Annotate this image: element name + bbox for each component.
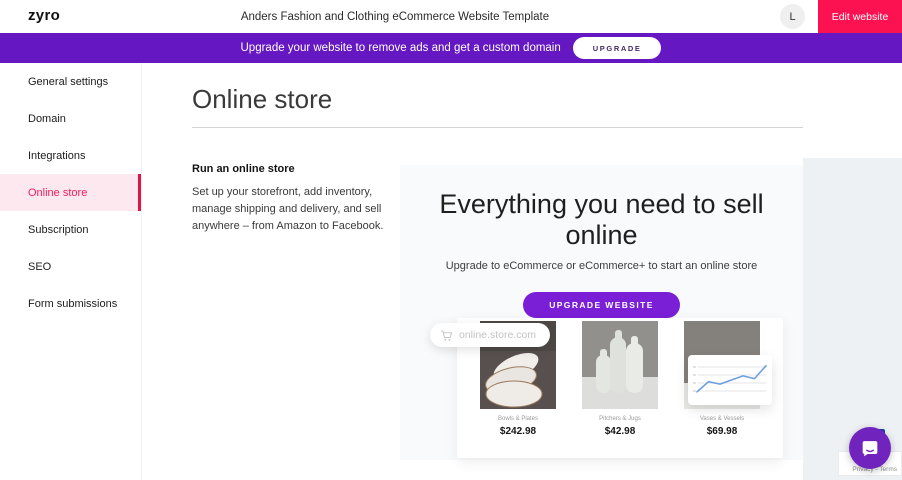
sidebar-item-online-store[interactable]: Online store	[0, 174, 141, 211]
app-header: zyro Anders Fashion and Clothing eCommer…	[0, 0, 902, 33]
settings-sidebar: General settings Domain Integrations Onl…	[0, 63, 142, 480]
promo-title: Everything you need to sell online	[400, 189, 803, 251]
product-price: $69.98	[707, 426, 738, 437]
product-name: Vases & Vessels	[700, 416, 744, 422]
chat-bubble-icon	[859, 437, 881, 459]
sidebar-item-general-settings[interactable]: General settings	[0, 63, 141, 100]
sidebar-item-subscription[interactable]: Subscription	[0, 211, 141, 248]
product-name: Bowls & Plates	[498, 416, 538, 422]
product-price: $242.98	[500, 426, 536, 437]
main-content: Online store Run an online store Set up …	[142, 63, 902, 480]
site-title: Anders Fashion and Clothing eCommerce We…	[0, 11, 790, 23]
edit-website-button[interactable]: Edit website	[818, 0, 902, 33]
cart-icon	[440, 329, 453, 342]
store-domain-text: online.store.com	[459, 329, 536, 341]
product-item: Pitchers & Jugs $42.98	[576, 321, 664, 458]
section-description: Set up your storefront, add inventory, m…	[192, 184, 404, 235]
background-strip	[803, 158, 902, 480]
section-heading: Run an online store	[192, 163, 404, 175]
upgrade-website-button[interactable]: UPGRADE WEBSITE	[523, 292, 680, 318]
sidebar-item-domain[interactable]: Domain	[0, 100, 141, 137]
sidebar-item-form-submissions[interactable]: Form submissions	[0, 285, 141, 322]
upgrade-button[interactable]: UPGRADE	[573, 37, 662, 59]
upgrade-banner: Upgrade your website to remove ads and g…	[0, 33, 902, 63]
chat-button[interactable]	[849, 427, 891, 469]
avatar[interactable]: L	[780, 4, 805, 29]
product-price: $42.98	[605, 426, 636, 437]
sidebar-item-integrations[interactable]: Integrations	[0, 137, 141, 174]
trend-chart	[688, 355, 772, 405]
promo-subtitle: Upgrade to eCommerce or eCommerce+ to st…	[400, 260, 803, 272]
page-title: Online store	[192, 84, 332, 115]
trend-line	[697, 366, 766, 392]
product-photo-pitchers	[582, 321, 658, 409]
store-domain-pill: online.store.com	[430, 323, 550, 347]
promo-panel: Everything you need to sell online Upgra…	[400, 165, 803, 460]
section-intro: Run an online store Set up your storefro…	[192, 163, 404, 235]
divider	[192, 127, 803, 128]
upgrade-banner-text: Upgrade your website to remove ads and g…	[241, 42, 561, 54]
sidebar-item-seo[interactable]: SEO	[0, 248, 141, 285]
product-name: Pitchers & Jugs	[599, 416, 641, 422]
